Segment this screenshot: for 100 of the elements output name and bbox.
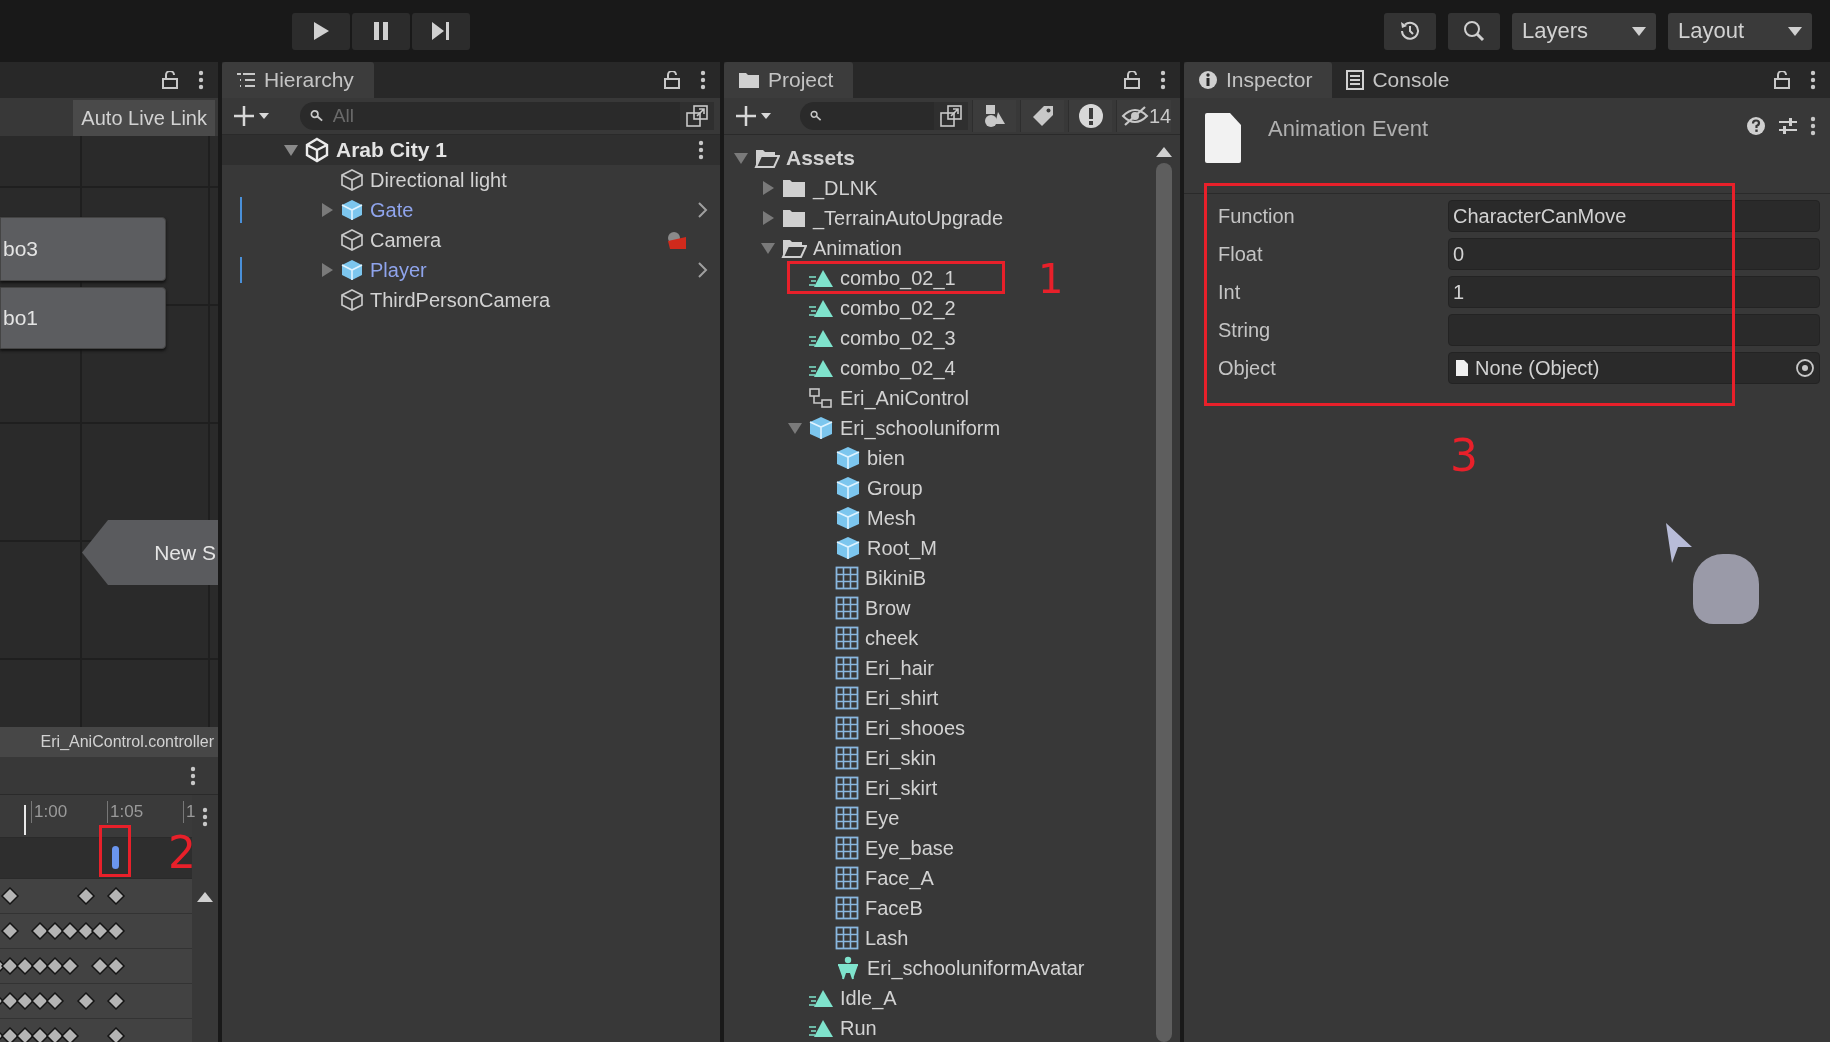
hierarchy-item[interactable]: Directional light <box>370 168 507 192</box>
pause-button[interactable] <box>352 12 410 50</box>
asset-item[interactable]: Eye_base <box>865 836 954 860</box>
auto-live-link-button[interactable]: Auto Live Link <box>73 100 215 136</box>
hierarchy-tab[interactable]: Hierarchy <box>222 62 374 98</box>
asset-item[interactable]: Assets <box>786 146 855 170</box>
disclosure-triangle-icon[interactable] <box>761 181 775 195</box>
asset-item[interactable]: BikiniB <box>865 566 927 590</box>
step-button[interactable] <box>412 12 470 50</box>
asset-item[interactable]: Brow <box>865 596 911 620</box>
asset-item[interactable]: _TerrainAutoUpgrade <box>813 206 1004 230</box>
caret-icon <box>1788 26 1802 36</box>
state-node[interactable]: bo3 <box>0 217 166 281</box>
asset-item[interactable]: Eri_skin <box>865 746 937 770</box>
asset-item[interactable]: combo_02_1 <box>840 266 956 290</box>
grid-icon <box>835 596 859 620</box>
object-picker-icon[interactable] <box>1795 358 1815 378</box>
asset-item[interactable]: bien <box>867 446 905 470</box>
history-button[interactable] <box>1384 12 1436 50</box>
document-icon <box>1455 359 1469 377</box>
asset-item[interactable]: Eye <box>865 806 900 830</box>
scroll-up-icon[interactable] <box>1156 147 1172 157</box>
object-field[interactable]: None (Object) <box>1448 352 1820 384</box>
state-node[interactable]: bo1 <box>0 287 166 349</box>
menu-icon[interactable] <box>198 70 204 90</box>
hierarchy-item[interactable]: Player <box>370 258 427 282</box>
play-button[interactable] <box>292 12 350 50</box>
asset-item[interactable]: _DLNK <box>813 176 878 200</box>
animation-event-marker[interactable] <box>112 846 119 869</box>
filter-by-label-button[interactable] <box>1020 100 1064 132</box>
field-label: Function <box>1218 204 1296 228</box>
panel-tab[interactable]: Inspector <box>1184 62 1333 98</box>
asset-item[interactable]: Group <box>867 476 923 500</box>
asset-item[interactable]: combo_02_3 <box>840 326 956 350</box>
hidden-packages-button[interactable]: 14 <box>1116 100 1172 132</box>
asset-item[interactable]: Mesh <box>867 506 916 530</box>
lock-icon[interactable] <box>162 71 178 89</box>
hierarchy-item[interactable]: ThirdPersonCamera <box>370 288 551 312</box>
asset-item[interactable]: Eri_schooluniformAvatar <box>867 956 1085 980</box>
menu-icon[interactable] <box>190 765 196 786</box>
text-field[interactable]: CharacterCanMove <box>1448 200 1820 232</box>
asset-item[interactable]: Animation <box>813 236 902 260</box>
asset-item[interactable]: Eri_shooes <box>865 716 966 740</box>
asset-item[interactable]: Root_M <box>867 536 938 560</box>
search-field[interactable]: All <box>300 102 680 130</box>
disclosure-triangle-icon[interactable] <box>320 203 334 217</box>
disclosure-triangle-icon[interactable] <box>761 241 775 255</box>
search-options-button[interactable] <box>934 102 968 130</box>
console-icon <box>1346 70 1365 90</box>
disclosure-triangle-icon[interactable] <box>761 211 775 225</box>
dropdown-button[interactable]: Layers <box>1512 12 1656 50</box>
menu-icon[interactable] <box>700 70 706 90</box>
menu-icon[interactable] <box>1160 70 1166 90</box>
chevron-right-icon[interactable] <box>698 262 708 278</box>
project-tab[interactable]: Project <box>724 62 854 98</box>
disclosure-triangle-icon[interactable] <box>320 263 334 277</box>
hierarchy-item[interactable]: Camera <box>370 228 442 252</box>
asset-item[interactable]: Idle_A <box>840 986 897 1010</box>
entry-node[interactable]: New S <box>82 520 218 585</box>
disclosure-triangle-icon[interactable] <box>734 151 748 165</box>
asset-item[interactable]: Eri_AniControl <box>840 386 969 410</box>
disclosure-triangle-icon[interactable] <box>284 143 298 157</box>
chevron-right-icon[interactable] <box>698 202 708 218</box>
search-field[interactable] <box>800 102 934 130</box>
text-field[interactable]: 1 <box>1448 276 1820 308</box>
lock-icon[interactable] <box>1774 71 1790 89</box>
menu-icon[interactable] <box>698 140 704 160</box>
scroll-up-icon[interactable] <box>197 891 213 902</box>
search-button[interactable] <box>1448 12 1500 50</box>
asset-item[interactable]: Lash <box>865 926 909 950</box>
disclosure-triangle-icon[interactable] <box>788 421 802 435</box>
scrollbar-thumb[interactable] <box>1156 163 1172 1042</box>
asset-item[interactable]: Eri_skirt <box>865 776 938 800</box>
asset-item[interactable]: Run <box>840 1016 877 1040</box>
asset-item[interactable]: Face_A <box>865 866 934 890</box>
asset-item[interactable]: combo_02_2 <box>840 296 956 320</box>
component-title: Animation Event <box>1268 116 1429 142</box>
text-field[interactable]: 0 <box>1448 238 1820 270</box>
lock-icon[interactable] <box>664 71 680 89</box>
search-input[interactable]: All <box>330 104 680 128</box>
asset-item[interactable]: Eri_shirt <box>865 686 939 710</box>
text-field[interactable] <box>1448 314 1820 346</box>
asset-item[interactable]: Eri_hair <box>865 656 934 680</box>
search-options-button[interactable] <box>680 102 714 130</box>
dropdown-button[interactable]: Layout <box>1668 12 1812 50</box>
sliders-icon[interactable] <box>1778 116 1798 136</box>
lock-icon[interactable] <box>1124 71 1140 89</box>
asset-item[interactable]: Eri_schooluniform <box>840 416 1001 440</box>
hierarchy-item[interactable]: Gate <box>370 198 414 222</box>
panel-tab[interactable]: Console <box>1332 62 1470 98</box>
warning-button[interactable] <box>1068 100 1112 132</box>
filter-by-type-button[interactable] <box>972 100 1016 132</box>
asset-item[interactable]: FaceB <box>865 896 923 920</box>
menu-icon[interactable] <box>1810 116 1816 136</box>
menu-icon[interactable] <box>1810 70 1816 90</box>
asset-item[interactable]: cheek <box>865 626 919 650</box>
scene-name[interactable]: Arab City 1 <box>336 138 447 162</box>
help-icon[interactable] <box>1746 116 1766 136</box>
asset-item[interactable]: combo_02_4 <box>840 356 956 380</box>
menu-icon[interactable] <box>202 806 208 827</box>
